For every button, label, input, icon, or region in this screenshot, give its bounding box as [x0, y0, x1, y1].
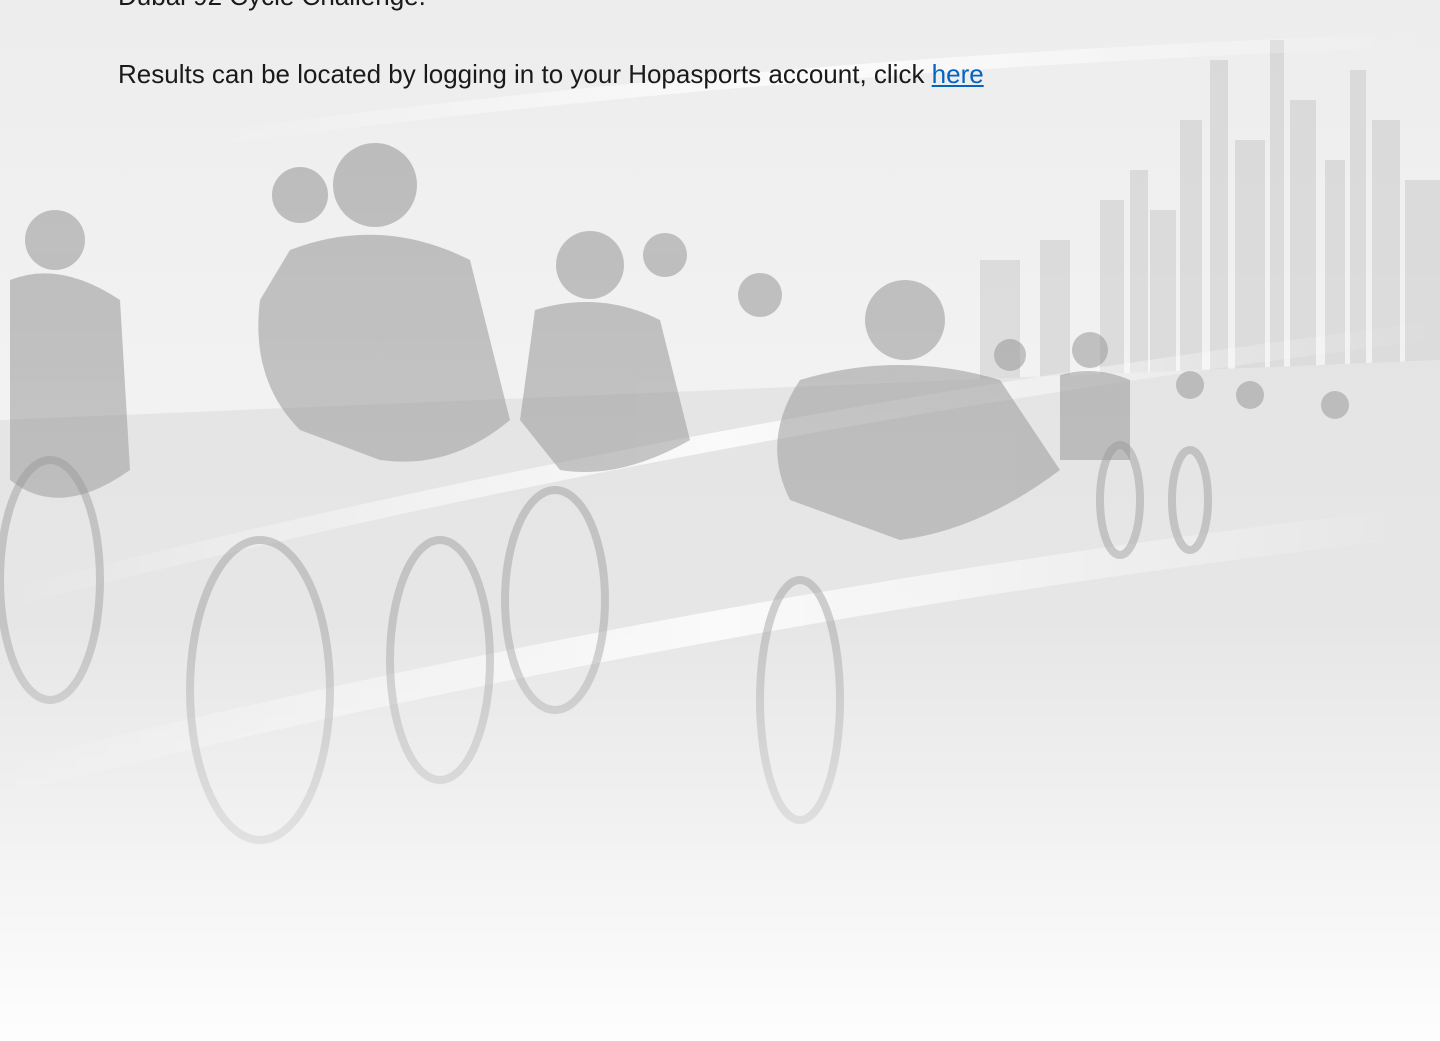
results-paragraph: Results can be located by logging in to …	[118, 56, 1318, 92]
intro-line: Dubai 92 Cycle Challenge.	[118, 0, 1318, 14]
email-body-text: Dubai 92 Cycle Challenge. Results can be…	[118, 0, 1318, 92]
results-text: Results can be located by logging in to …	[118, 59, 932, 89]
page: Dubai 92 Cycle Challenge. Results can be…	[0, 0, 1440, 1041]
results-here-link[interactable]: here	[932, 59, 984, 89]
cyclists-background-image	[0, 0, 1440, 1041]
